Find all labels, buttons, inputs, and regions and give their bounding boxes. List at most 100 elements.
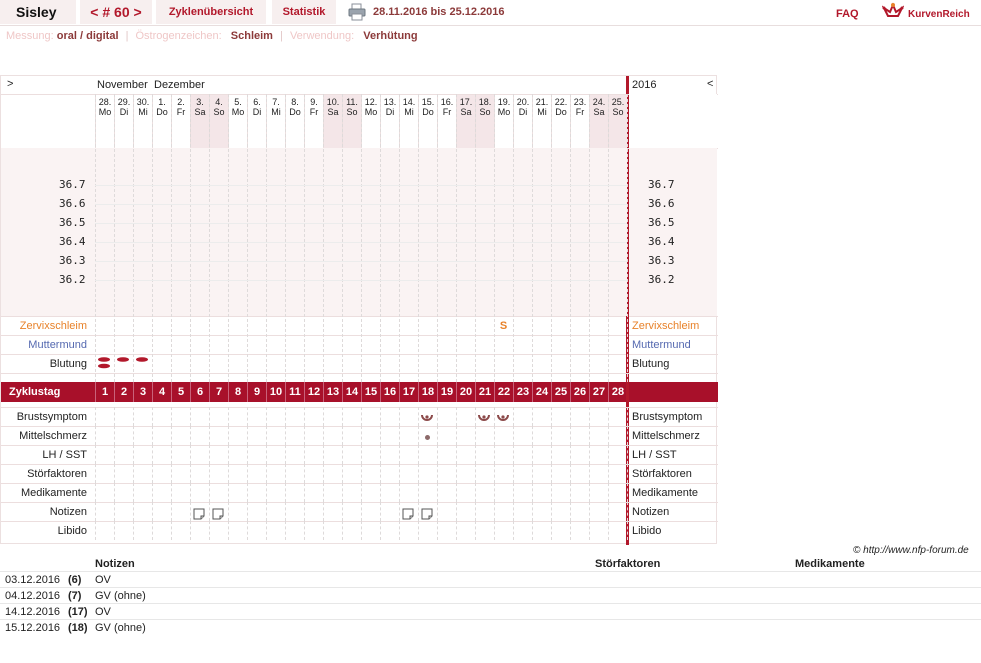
cervix-mucus-symbol[interactable]: S: [494, 320, 513, 332]
day-header-cell[interactable]: 8. Do: [285, 94, 304, 148]
printer-icon[interactable]: [348, 3, 366, 21]
top-bar: Sisley < # 60 > Zyklenübersicht Statisti…: [0, 0, 981, 26]
bleeding-icon[interactable]: [116, 356, 130, 370]
temp-gridline: [95, 280, 627, 281]
day-header-cell[interactable]: 17. Sa: [456, 94, 475, 148]
day-header-cell[interactable]: 9. Fr: [304, 94, 323, 148]
cycle-day-number: 2: [114, 382, 133, 402]
day-header-cell[interactable]: 18. So: [475, 94, 494, 148]
note-text: OV: [95, 606, 111, 618]
note-icon[interactable]: [402, 508, 414, 520]
day-gridline: [266, 483, 267, 502]
day-gridline: [608, 94, 609, 382]
day-header-cell[interactable]: 19. Mo: [494, 94, 513, 148]
temp-label-right: 36.7: [648, 178, 675, 191]
day-header-cell[interactable]: 7. Mi: [266, 94, 285, 148]
day-gridline: [437, 502, 438, 521]
note-date: 14.12.2016: [5, 606, 61, 618]
day-weekday: Mo: [98, 107, 112, 117]
day-weekday: So: [612, 107, 624, 117]
day-weekday: Sa: [593, 107, 605, 117]
note-icon[interactable]: [212, 508, 224, 520]
bleeding-icon[interactable]: [135, 356, 149, 370]
brand-logo[interactable]: KurvenReich: [880, 0, 981, 22]
day-header-cell[interactable]: 16. Fr: [437, 94, 456, 148]
day-gridline: [456, 521, 457, 540]
day-gridline: [589, 483, 590, 502]
day-header-cell[interactable]: 12. Mo: [361, 94, 380, 148]
day-header-cell[interactable]: 29. Di: [114, 94, 133, 148]
day-gridline: [152, 94, 153, 382]
day-header-cell[interactable]: 13. Di: [380, 94, 399, 148]
cycle-day-number: 19: [437, 382, 456, 402]
temp-gridline: [95, 261, 627, 262]
cycle-day-number: 6: [190, 382, 209, 402]
estrogen-label: Östrogenzeichen:: [135, 30, 222, 42]
day-gridline: [551, 521, 552, 540]
day-weekday: Mo: [364, 107, 378, 117]
day-gridline: [627, 445, 628, 464]
day-gridline: [399, 521, 400, 540]
day-header-cell[interactable]: 30. Mi: [133, 94, 152, 148]
day-header-cell[interactable]: 4. So: [209, 94, 228, 148]
day-header-cell[interactable]: 11. So: [342, 94, 361, 148]
day-gridline: [361, 464, 362, 483]
day-header-cell[interactable]: 6. Di: [247, 94, 266, 148]
tab-cycle-overview[interactable]: Zyklenübersicht: [156, 0, 266, 24]
day-gridline: [323, 407, 324, 426]
copyright[interactable]: © http://www.nfp-forum.de: [853, 545, 969, 556]
note-row: 15.12.2016 (18) GV (ohne): [0, 619, 981, 635]
day-gridline: [266, 521, 267, 540]
day-header-cell[interactable]: 22. Do: [551, 94, 570, 148]
day-date: 11.: [346, 97, 358, 107]
day-gridline: [494, 445, 495, 464]
day-gridline: [627, 94, 628, 382]
day-gridline: [152, 464, 153, 483]
day-header-cell[interactable]: 2. Fr: [171, 94, 190, 148]
day-gridline: [437, 521, 438, 540]
day-gridline: [190, 426, 191, 445]
day-gridline: [190, 407, 191, 426]
cycle-day-number: 11: [285, 382, 304, 402]
breast-symptom-icon[interactable]: [421, 412, 433, 424]
breast-symptom-icon[interactable]: [497, 412, 509, 424]
day-header-cell[interactable]: 15. Do: [418, 94, 437, 148]
day-header-cell[interactable]: 10. Sa: [323, 94, 342, 148]
notes-header: Notizen: [95, 558, 135, 570]
day-header-cell[interactable]: 3. Sa: [190, 94, 209, 148]
breast-symptom-icon[interactable]: [478, 412, 490, 424]
day-header-cell[interactable]: 24. Sa: [589, 94, 608, 148]
note-icon[interactable]: [193, 508, 205, 520]
faq-link[interactable]: FAQ: [836, 2, 859, 26]
note-icon[interactable]: [421, 508, 433, 520]
mittelschmerz-dot[interactable]: [425, 435, 430, 440]
day-header-cell[interactable]: 25. So: [608, 94, 627, 148]
day-gridline: [570, 445, 571, 464]
cycle-nav-button[interactable]: < # 60 >: [80, 0, 152, 24]
day-header-cell[interactable]: 5. Mo: [228, 94, 247, 148]
day-gridline: [247, 464, 248, 483]
day-header-cell[interactable]: 20. Di: [513, 94, 532, 148]
day-gridline: [380, 94, 381, 382]
day-header-cell[interactable]: 14. Mi: [399, 94, 418, 148]
cycle-day-label: Zyklustag: [9, 386, 61, 398]
month-header-row: > November Dezember 2016 <: [1, 76, 718, 94]
day-gridline: [342, 483, 343, 502]
day-date: 8.: [291, 97, 299, 107]
chart-nav-left[interactable]: >: [7, 78, 13, 90]
chart-nav-right[interactable]: <: [707, 78, 713, 90]
day-gridline: [133, 445, 134, 464]
day-gridline: [95, 464, 96, 483]
day-gridline: [456, 464, 457, 483]
tab-statistics[interactable]: Statistik: [272, 0, 336, 24]
day-gridline: [190, 502, 191, 521]
year-label: 2016: [632, 79, 657, 91]
day-header-cell[interactable]: 23. Fr: [570, 94, 589, 148]
bleeding-icon[interactable]: [97, 356, 111, 370]
day-header-cell[interactable]: 28. Mo: [95, 94, 114, 148]
day-weekday: Mi: [271, 107, 281, 117]
day-header-cell[interactable]: 1. Do: [152, 94, 171, 148]
day-date: 18.: [478, 97, 492, 107]
day-gridline: [228, 464, 229, 483]
day-header-cell[interactable]: 21. Mi: [532, 94, 551, 148]
